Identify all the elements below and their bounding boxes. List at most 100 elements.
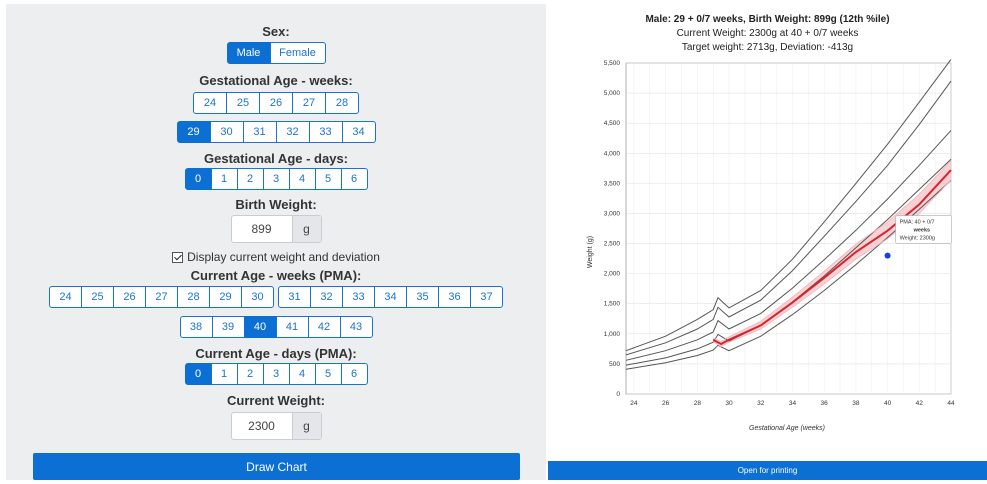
birth-weight-row: g	[6, 215, 546, 243]
birth-weight-input[interactable]	[231, 216, 292, 242]
x-tick-label: 44	[947, 400, 955, 407]
current-weight-unit: g	[291, 413, 321, 439]
pma-week-42-button[interactable]: 42	[307, 316, 341, 338]
x-tick-label: 24	[630, 400, 638, 407]
y-tick-label: 3,000	[604, 210, 621, 217]
y-axis: 0 500 1,000 1,500 2,000 2,500 3,000 3,500 4,000 4…	[604, 60, 621, 398]
ga-day-2-button[interactable]: 2	[236, 168, 264, 190]
ga-week-34-button[interactable]: 34	[341, 121, 376, 143]
y-axis-label: Weight (g)	[587, 236, 594, 268]
pma-weeks-group-1b: 31 32 33 34 35 36 37	[278, 286, 503, 308]
sex-female-button[interactable]: Female	[269, 42, 326, 64]
x-tick-label: 32	[757, 400, 765, 407]
birth-weight-label: Birth Weight:	[235, 197, 317, 212]
ga-day-4-button[interactable]: 4	[288, 168, 316, 190]
draw-chart-button[interactable]: Draw Chart	[33, 453, 520, 480]
ga-week-25-button[interactable]: 25	[226, 92, 260, 114]
ga-day-3-button[interactable]: 3	[262, 168, 290, 190]
pma-week-31-button[interactable]: 31	[278, 286, 311, 308]
pma-day-6-button[interactable]: 6	[340, 363, 368, 385]
ga-day-5-button[interactable]: 5	[314, 168, 342, 190]
sex-male-button[interactable]: Male	[226, 42, 271, 64]
pma-week-28-button[interactable]: 28	[177, 286, 210, 308]
pma-days-label: Current Age - days (PMA):	[195, 346, 357, 361]
display-current-row: Display current weight and deviation	[6, 250, 546, 264]
pma-week-30-button[interactable]: 30	[241, 286, 274, 308]
y-tick-label: 0	[616, 391, 620, 398]
tooltip-weight: Weight: 2300g	[900, 236, 935, 242]
current-weight-row: g	[6, 412, 546, 440]
pma-days-row: 0123456	[6, 363, 546, 385]
birth-weight-unit: g	[291, 216, 321, 242]
x-tick-label: 38	[852, 400, 860, 407]
open-for-printing-button[interactable]: Open for printing	[548, 461, 987, 480]
pma-day-5-button[interactable]: 5	[314, 363, 342, 385]
x-tick-label: 36	[821, 400, 829, 407]
ga-day-6-button[interactable]: 6	[340, 168, 368, 190]
tooltip-pma: PMA: 40 + 0/7	[900, 220, 935, 226]
pma-day-2-button[interactable]: 2	[236, 363, 264, 385]
ga-week-27-button[interactable]: 27	[292, 92, 326, 114]
pma-week-33-button[interactable]: 33	[342, 286, 375, 308]
pma-week-36-button[interactable]: 36	[438, 286, 471, 308]
pma-weeks-group-1a: 24 25 26 27 28 29 30	[49, 286, 274, 308]
ga-week-33-button[interactable]: 33	[308, 121, 343, 143]
pma-week-41-button[interactable]: 41	[275, 316, 309, 338]
ga-week-32-button[interactable]: 32	[275, 121, 310, 143]
input-form-panel: Sex: Male Female Gestational Age - weeks…	[6, 4, 546, 480]
pma-week-35-button[interactable]: 35	[406, 286, 439, 308]
pma-weeks-row-1-groups: 24 25 26 27 28 29 30 31 32 33 34 35 36 37	[49, 286, 503, 308]
chart-panel: Male: 29 + 0/7 weeks, Birth Weight: 899g…	[548, 4, 987, 484]
pma-week-38-button[interactable]: 38	[179, 316, 213, 338]
y-tick-label: 1,500	[604, 301, 621, 308]
y-tick-label: 5,000	[604, 90, 621, 97]
ga-day-1-button[interactable]: 1	[210, 168, 238, 190]
pma-week-34-button[interactable]: 34	[374, 286, 407, 308]
ga-days-label: Gestational Age - days:	[204, 151, 348, 166]
ga-week-29-button[interactable]: 29	[176, 121, 211, 143]
x-axis-label: Gestational Age (weeks)	[749, 425, 825, 432]
pma-week-40-button[interactable]: 40	[243, 316, 277, 338]
ga-week-31-button[interactable]: 31	[242, 121, 277, 143]
y-tick-label: 500	[609, 361, 620, 368]
pma-week-39-button[interactable]: 39	[211, 316, 245, 338]
display-current-checkbox[interactable]	[172, 251, 184, 263]
ga-week-28-button[interactable]: 28	[325, 92, 359, 114]
y-tick-label: 2,500	[604, 241, 621, 248]
pma-week-27-button[interactable]: 27	[145, 286, 178, 308]
pma-week-24-button[interactable]: 24	[49, 286, 82, 308]
pma-day-0-button[interactable]: 0	[184, 363, 212, 385]
growth-chart: 0 500 1,000 1,500 2,000 2,500 3,000 3,500 4,000 4…	[587, 59, 955, 432]
x-tick-label: 30	[725, 400, 733, 407]
current-weight-input[interactable]	[231, 413, 292, 439]
pma-week-29-button[interactable]: 29	[209, 286, 242, 308]
chart-target-weight-line: Target weight: 2713g, Deviation: -413g	[681, 42, 854, 53]
y-tick-label: 1,000	[604, 331, 621, 338]
y-tick-label: 2,000	[604, 271, 621, 278]
chart-current-weight-line: Current Weight: 2300g at 40 + 0/7 weeks	[676, 28, 859, 39]
chart-tooltip: PMA: 40 + 0/7 weeks Weight: 2300g	[895, 215, 952, 244]
pma-week-25-button[interactable]: 25	[81, 286, 114, 308]
pma-week-32-button[interactable]: 32	[310, 286, 343, 308]
ga-weeks-label: Gestational Age - weeks:	[199, 73, 353, 88]
x-tick-label: 28	[694, 400, 702, 407]
pma-weeks-group-2: 38 39 40 41 42 43	[179, 316, 373, 338]
tooltip-unit: weeks	[913, 228, 931, 234]
x-tick-label: 40	[884, 400, 892, 407]
ga-week-30-button[interactable]: 30	[209, 121, 244, 143]
pma-day-4-button[interactable]: 4	[288, 363, 316, 385]
y-tick-label: 4,500	[604, 120, 621, 127]
pma-week-37-button[interactable]: 37	[470, 286, 503, 308]
pma-week-26-button[interactable]: 26	[113, 286, 146, 308]
current-weight-point	[884, 252, 891, 259]
pma-day-3-button[interactable]: 3	[262, 363, 290, 385]
pma-day-1-button[interactable]: 1	[210, 363, 238, 385]
x-axis: 24 26 28 30 32 34 36 38 40 42 44	[630, 400, 955, 407]
ga-day-0-button[interactable]: 0	[184, 168, 212, 190]
y-tick-label: 4,000	[604, 150, 621, 157]
ga-week-26-button[interactable]: 26	[259, 92, 293, 114]
birth-weight-field: g	[230, 215, 322, 243]
pma-days-group: 0123456	[184, 363, 368, 385]
ga-week-24-button[interactable]: 24	[193, 92, 227, 114]
pma-week-43-button[interactable]: 43	[339, 316, 373, 338]
